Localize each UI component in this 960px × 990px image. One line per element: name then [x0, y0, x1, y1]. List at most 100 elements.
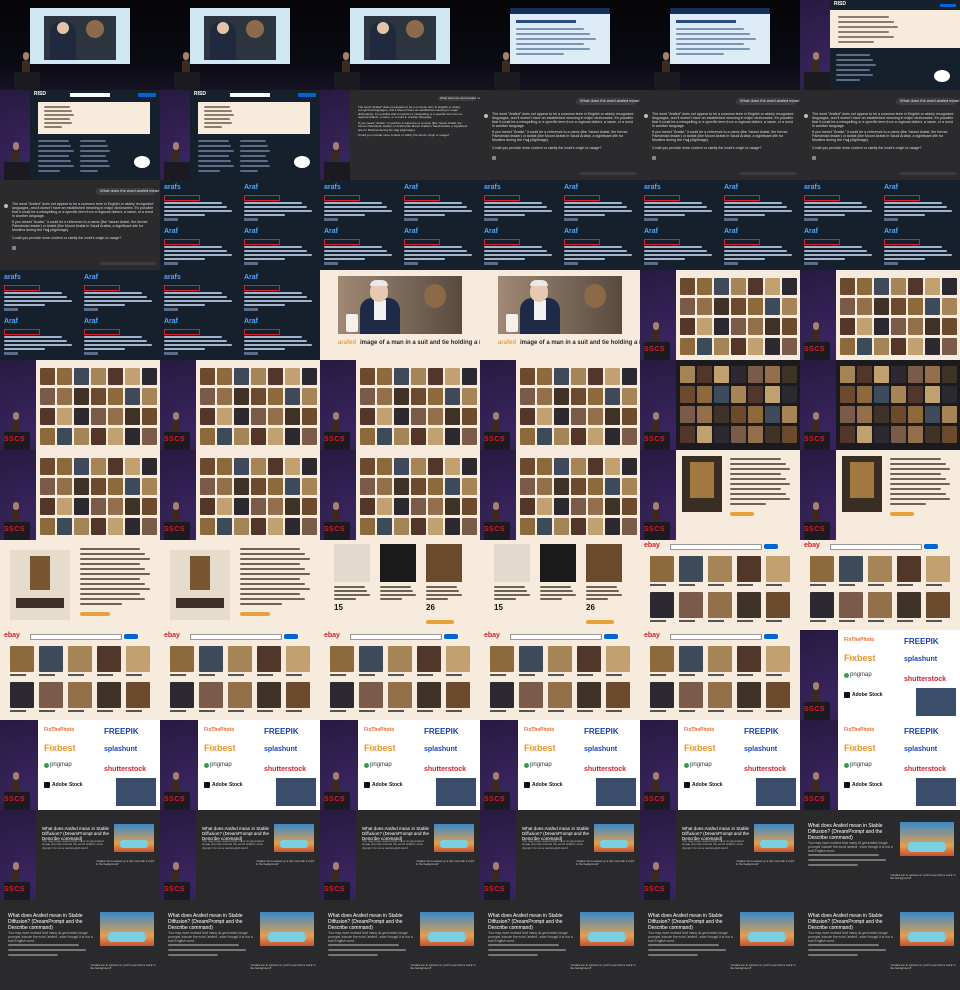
gallery-image [428, 428, 443, 445]
podium [14, 72, 40, 90]
photo-object [406, 20, 424, 38]
gallery-image [605, 518, 620, 535]
gallery-image [908, 426, 923, 443]
listing-image [810, 556, 834, 582]
photo-face [217, 22, 229, 34]
gallery-image [360, 458, 375, 475]
gallery-image [622, 408, 637, 425]
highlight-box [804, 239, 840, 245]
gallery-image [537, 518, 552, 535]
pngmap-logo: pngmap [50, 762, 72, 768]
image-gallery [516, 360, 640, 450]
listing-image [737, 556, 761, 582]
listing-image [359, 682, 383, 708]
highlight-box [164, 195, 200, 201]
listing-price [839, 584, 855, 586]
thumbnail-frame: SSCS [480, 450, 640, 540]
product-text [730, 483, 790, 485]
post-caption: "Arafed car is parked on a dirt road wit… [410, 963, 476, 971]
site-brand: RISD [834, 1, 846, 7]
listing-price [68, 674, 84, 676]
gallery-image [908, 366, 923, 383]
gallery-image [377, 428, 392, 445]
gallery-image [302, 368, 317, 385]
footer-text [198, 155, 229, 157]
gallery-image [445, 388, 460, 405]
gallery-image [40, 498, 55, 515]
speaker-figure [813, 322, 819, 330]
podium [164, 162, 190, 180]
footer-text [38, 145, 72, 147]
footer-text [240, 170, 258, 172]
shutterstock-logo: shutterstock [744, 766, 787, 773]
gallery-image [268, 408, 283, 425]
product-title [380, 598, 402, 600]
listing-price [650, 620, 666, 622]
site-text [44, 110, 72, 112]
speaker-figure [173, 412, 179, 420]
highlight-box [644, 239, 680, 245]
footer-text [38, 155, 69, 157]
post-title: What does Arafed mean in Stable Diffusio… [328, 913, 403, 931]
fixbest-logo: Fixbest [684, 743, 716, 753]
gallery-image [874, 338, 889, 355]
product-text [80, 593, 140, 595]
gallery-image [302, 518, 317, 535]
adobe-icon [684, 782, 690, 788]
post-title: What does Arafed mean in Stable Diffusio… [8, 913, 83, 931]
gallery-image [285, 478, 300, 495]
sscs-logo: SSCS [164, 526, 186, 533]
gallery-image [891, 426, 906, 443]
speaker-figure [653, 502, 659, 510]
product-text [240, 553, 305, 555]
gallery-image [874, 406, 889, 423]
gallery-image [554, 408, 569, 425]
dictionary-headword: Araf [164, 318, 179, 325]
gallery-image [234, 498, 249, 515]
gallery-image [74, 478, 89, 495]
gallery-image [840, 406, 855, 423]
gallery-image [360, 408, 375, 425]
product-text [240, 568, 305, 570]
dictionary-headword: Araf [164, 228, 179, 235]
definition-text [244, 292, 302, 294]
post-body-lines [808, 954, 859, 956]
product-text [80, 588, 150, 590]
definition-text [84, 348, 125, 350]
definition-text [644, 210, 712, 212]
gallery-image [200, 368, 215, 385]
site-text [838, 31, 889, 33]
listing-price [490, 710, 506, 712]
highlight-box [564, 195, 600, 201]
gallery-image [394, 478, 409, 495]
gallery-image [125, 518, 140, 535]
gallery-image [588, 428, 603, 445]
definition-text [884, 250, 947, 252]
product-text [890, 458, 941, 460]
gallery-image [857, 318, 872, 335]
site-text [44, 114, 74, 116]
gallery-image [234, 478, 249, 495]
gallery-image [125, 498, 140, 515]
listing-image [10, 682, 34, 708]
gallery-image [74, 368, 89, 385]
gallery-image [377, 368, 392, 385]
definition-text [404, 214, 445, 216]
definition-text [4, 340, 67, 342]
gallery-image [411, 428, 426, 445]
product-text [240, 603, 282, 605]
user-question: What does the word arafed mean? [580, 98, 640, 103]
listing-image [679, 682, 703, 708]
blog-post: What does Arafed mean in Stable Diffusio… [196, 810, 320, 900]
thumbnail-frame [640, 0, 800, 90]
gallery-image [285, 368, 300, 385]
post-image-car [108, 932, 146, 942]
gallery-image [200, 388, 215, 405]
post-body: You may have noticed that many AI-genera… [488, 931, 573, 943]
product-text [240, 548, 300, 550]
product-title [540, 598, 562, 600]
site-text [838, 41, 874, 43]
definition-text [244, 296, 307, 298]
listing-price [737, 584, 753, 586]
gallery-image [925, 338, 940, 355]
